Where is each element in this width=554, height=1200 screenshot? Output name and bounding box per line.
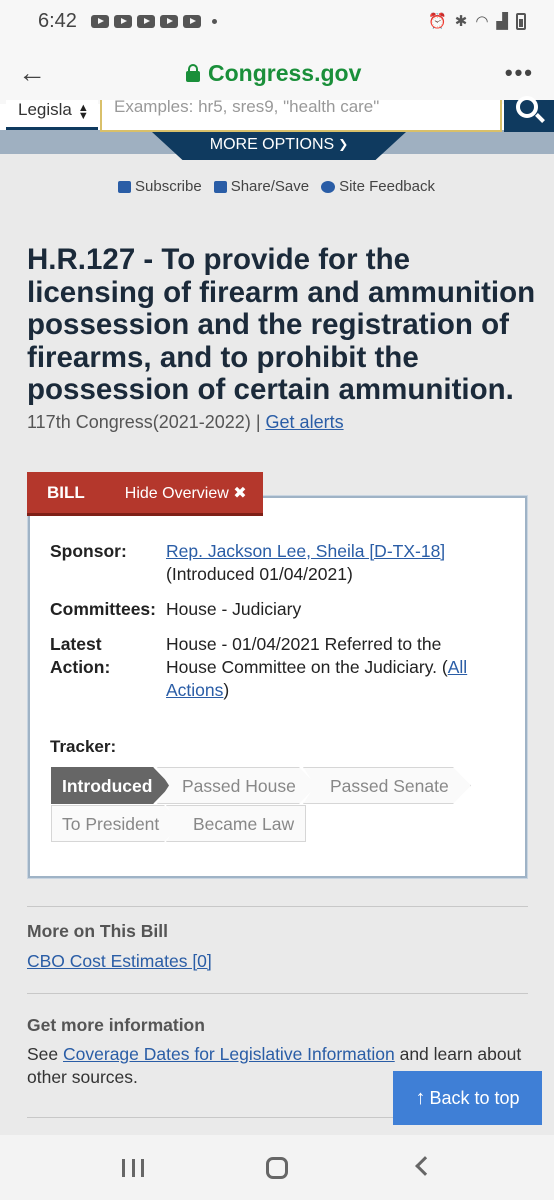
separator: | [255,412,261,432]
share-row: Subscribe Share/Save Site Feedback [118,178,435,195]
bluetooth-icon: ✱ [454,13,468,30]
all-actions-word1: All [447,657,468,677]
tracker-step-introduced: Introduced [51,767,171,804]
lock-icon [186,63,200,82]
share-save-label: Share/Save [230,178,310,195]
sort-icon: ▲ ▼ [77,102,89,122]
sponsor-label: Sponsor: [50,541,127,561]
get-alerts-link[interactable]: Get alerts [266,412,344,432]
subscribe-link[interactable]: Subscribe [118,178,202,195]
youtube-icon [90,14,109,28]
youtube-icon [136,14,155,28]
page-title: H.R.127 - To provide for the licensing o… [27,243,536,406]
chevron-down-icon: ❯ [338,137,349,151]
more-vert-icon[interactable]: ••• [505,60,534,86]
more-info-see: See [27,1044,59,1064]
url-text: Congress.gov [208,60,362,86]
share-icon [213,180,227,193]
youtube-icon [159,14,178,28]
browser-toolbar: ← Congress.gov ••• [0,42,554,104]
youtube-icon [182,14,201,28]
nav-back-icon[interactable] [415,1156,435,1176]
tracker-step-to-president: To President [51,805,182,842]
battery-icon [516,12,526,30]
committees-label: Committees: [50,599,156,619]
close-icon: ✖ [233,484,247,502]
sponsor-value: Rep. Jackson Lee, Sheila [D-TX-18] (Intr… [166,540,486,586]
more-options-label: MORE OPTIONS [209,136,335,153]
more-on-bill-title: More on This Bill [27,921,168,941]
section-divider [27,906,528,907]
site-feedback-label: Site Feedback [339,178,435,195]
latest-action-value: House - 01/04/2021 Referred to the House… [166,633,486,702]
latest-label-line2: Action: [50,657,111,677]
all-actions-word2: Actions [166,680,224,700]
congress-session: 117th Congress(2021-2022) [27,412,251,432]
bill-tab: BILL Hide Overview ✖ [27,472,263,516]
tracker-label: Tracker: [50,737,117,756]
sponsor-introduced: (Introduced 01/04/2021) [166,564,353,584]
dot-icon [211,18,217,24]
envelope-icon [118,180,131,193]
search-scope-select[interactable]: Legisla ▲ ▼ [6,100,98,130]
site-feedback-link[interactable]: Site Feedback [321,178,435,195]
address-bar[interactable]: Congress.gov [186,60,361,87]
sponsor-link[interactable]: Rep. Jackson Lee, Sheila [D-TX-18] [166,541,445,561]
system-nav-bar [0,1135,554,1200]
latest-action-text: House - 01/04/2021 Referred to the House… [166,634,442,677]
hide-overview-label: Hide Overview [124,484,229,502]
recents-icon[interactable] [122,1159,144,1177]
more-options-button[interactable]: MORE OPTIONS ❯ [152,132,406,160]
alarm-icon: ⏰ [428,13,447,30]
search-button[interactable] [504,96,554,132]
comment-icon [321,180,336,193]
wifi-icon: ◠ [475,13,489,30]
tracker-step-passed-senate: Passed Senate [303,767,471,804]
subscribe-label: Subscribe [135,178,202,195]
search-placeholder: Examples: hr5, sres9, "health care" [114,100,380,116]
congress-line: 117th Congress(2021-2022) | Get alerts [27,412,344,433]
tracker-step-passed-house: Passed House [157,767,317,804]
status-bar: 6:42 ⏰ ✱ ◠ ▟ [0,0,554,42]
close-paren: ) [223,680,230,700]
more-info-title: Get more information [27,1015,205,1035]
status-icons: ⏰ ✱ ◠ ▟ [428,12,526,30]
share-save-link[interactable]: Share/Save [213,178,310,195]
bill-tab-label: BILL [47,482,85,502]
back-to-top-label: Back to top [429,1087,520,1108]
committees-value: House - Judiciary [166,599,302,619]
latest-label-line1: Latest [50,634,102,654]
arrow-up-icon: ↑ [415,1086,426,1109]
section-divider [27,993,528,994]
home-icon[interactable] [266,1157,288,1179]
back-to-top-button[interactable]: ↑ Back to top [393,1071,542,1125]
latest-action-label: Latest Action: [50,633,160,679]
signal-icon: ▟ [496,13,508,30]
coverage-dates-link[interactable]: Coverage Dates for Legislative Informati… [63,1044,395,1064]
search-scope-value: Legisla [18,100,72,119]
back-arrow-icon[interactable]: ← [18,59,46,87]
search-icon [516,96,538,118]
tracker-step-became-law: Became Law [166,805,306,842]
youtube-icon [113,14,132,28]
status-time: 6:42 [38,9,77,32]
hide-overview-button[interactable]: Hide Overview ✖ [125,483,247,503]
search-input[interactable]: Examples: hr5, sres9, "health care" [100,100,502,132]
cbo-cost-estimates-link[interactable]: CBO Cost Estimates [0] [27,951,212,972]
